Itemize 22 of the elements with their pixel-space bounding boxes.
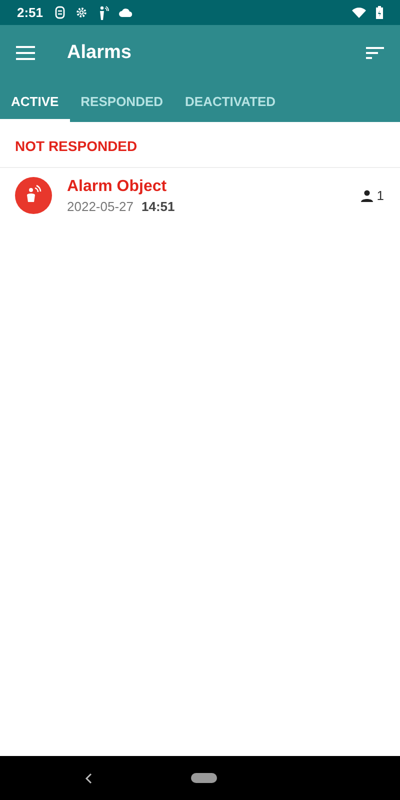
responder-count: 1 [376, 188, 384, 203]
gear-icon [75, 6, 88, 19]
alarm-name: Alarm Object [67, 178, 168, 196]
wifi-icon [352, 7, 366, 18]
cloud-icon [119, 8, 134, 17]
status-time: 2:51 [17, 5, 44, 20]
home-pill[interactable] [191, 773, 217, 783]
menu-icon[interactable] [16, 46, 35, 60]
app-title: Alarms [67, 42, 132, 64]
tab[interactable]: DEACTIVATED [174, 80, 287, 122]
battery-icon [376, 6, 383, 19]
alarm-time: 14:51 [142, 198, 175, 214]
person-signal-icon [98, 6, 110, 20]
tab[interactable]: RESPONDED [70, 80, 174, 122]
back-icon[interactable] [85, 772, 92, 784]
alarm-date: 2022-05-27 [67, 198, 134, 214]
alarm-icon [15, 177, 52, 214]
tab[interactable]: ACTIVE [0, 80, 70, 122]
person-icon [360, 190, 373, 202]
sim-icon [55, 6, 66, 19]
sort-icon[interactable] [366, 46, 384, 58]
section-title: NOT RESPONDED [0, 122, 400, 168]
